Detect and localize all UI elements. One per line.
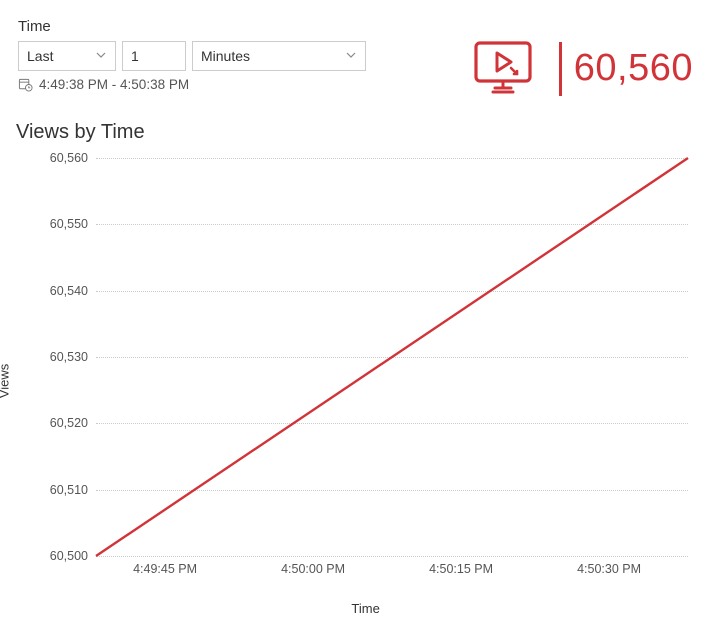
chart: Views Time 60,50060,51060,52060,53060,54… (12, 146, 692, 616)
range-mode-select[interactable]: Last (18, 41, 116, 71)
time-filter: Time Last 1 Minutes (18, 18, 366, 92)
count-input[interactable]: 1 (122, 41, 186, 71)
metric-divider (559, 42, 562, 96)
video-monitor-icon (471, 38, 549, 99)
time-selectors: Last 1 Minutes (18, 41, 366, 71)
metric-card: 60,560 (471, 38, 693, 99)
x-axis-label: Time (351, 601, 379, 616)
time-range-line: 4:49:38 PM - 4:50:38 PM (18, 77, 366, 92)
count-value: 1 (131, 48, 139, 64)
y-axis-label: Views (0, 364, 12, 398)
range-mode-value: Last (27, 48, 53, 64)
plot-area: 60,50060,51060,52060,53060,54060,55060,5… (38, 150, 692, 590)
line-series (38, 150, 692, 590)
calendar-clock-icon (18, 77, 33, 92)
unit-select[interactable]: Minutes (192, 41, 366, 71)
unit-value: Minutes (201, 48, 250, 64)
chevron-down-icon (345, 48, 357, 64)
chart-title: Views by Time (16, 121, 693, 144)
time-range-text: 4:49:38 PM - 4:50:38 PM (39, 77, 189, 92)
time-label: Time (18, 18, 366, 35)
chevron-down-icon (95, 48, 107, 64)
metric-value: 60,560 (574, 47, 693, 90)
